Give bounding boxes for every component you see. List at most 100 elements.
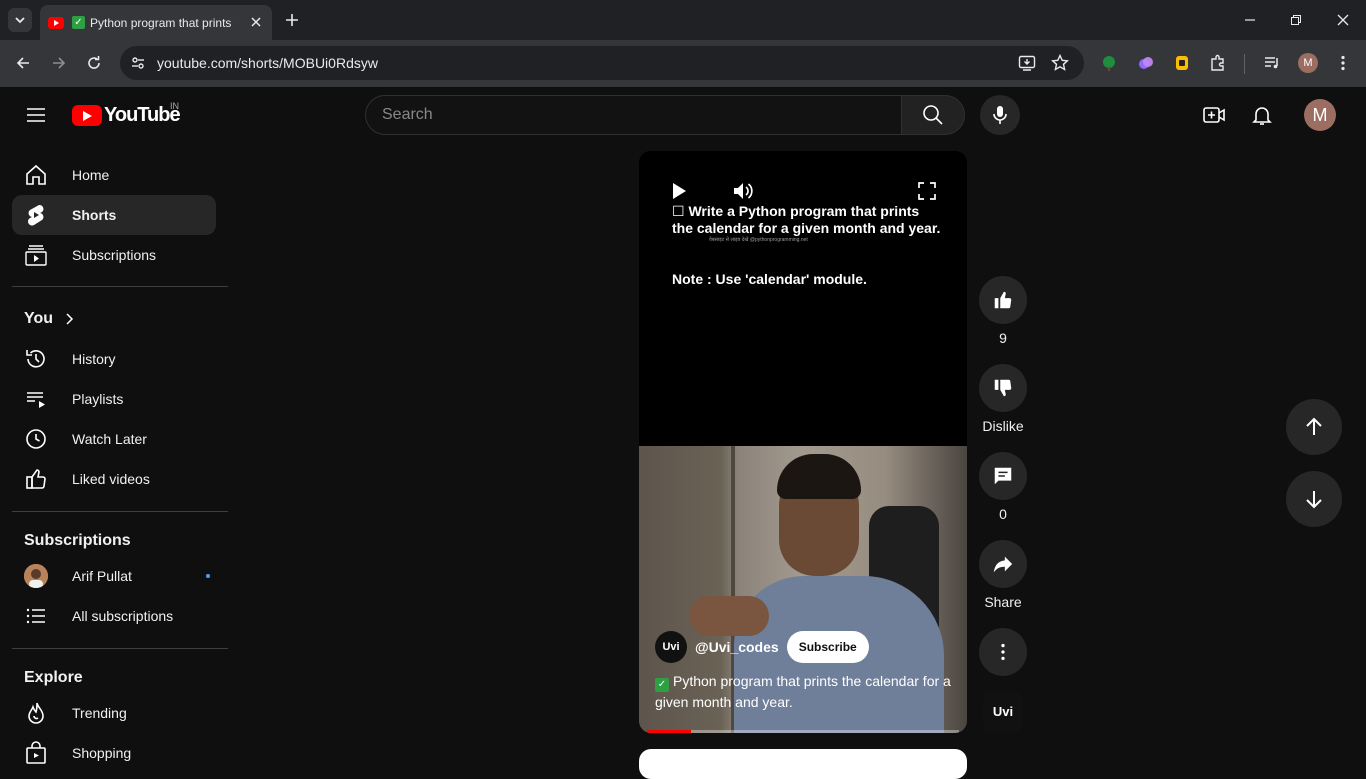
next-short-preview[interactable] xyxy=(639,749,967,779)
play-button[interactable] xyxy=(667,179,691,203)
address-bar[interactable]: youtube.com/shorts/MOBUi0Rdsyw xyxy=(120,46,1084,80)
extension-green-icon[interactable] xyxy=(1099,53,1119,73)
close-tab-icon[interactable] xyxy=(248,14,264,30)
install-app-icon[interactable] xyxy=(1017,53,1037,73)
checkmark-icon: ✓ xyxy=(72,16,85,29)
sidebar-item-shorts[interactable]: Shorts xyxy=(12,195,216,235)
volume-icon xyxy=(734,183,753,199)
tab-search-button[interactable] xyxy=(8,8,32,32)
close-window-button[interactable] xyxy=(1333,10,1353,30)
create-video-icon xyxy=(1203,107,1225,123)
extension-purple-icon[interactable] xyxy=(1136,53,1156,73)
checkmark-icon: ✓ xyxy=(655,678,669,692)
search-box xyxy=(365,95,902,135)
sidebar-item-watch-later[interactable]: Watch Later xyxy=(12,419,216,459)
search-input[interactable] xyxy=(382,106,882,124)
sidebar-item-label: All subscriptions xyxy=(72,608,174,624)
chevron-down-icon xyxy=(15,17,25,24)
more-vertical-icon xyxy=(1001,643,1005,661)
sidebar-item-channel[interactable]: Arif Pullat xyxy=(12,556,216,596)
browser-tab-bar: ✓ Python program that prints the calenda… xyxy=(0,0,1366,40)
close-icon xyxy=(1337,14,1349,26)
fullscreen-icon xyxy=(918,182,936,200)
browser-profile-avatar[interactable]: M xyxy=(1298,53,1318,73)
url-text: youtube.com/shorts/MOBUi0Rdsyw xyxy=(157,55,378,71)
toolbar-separator xyxy=(1244,54,1245,74)
extension-yellow-icon[interactable] xyxy=(1172,53,1192,73)
volume-button[interactable] xyxy=(731,179,755,203)
subscriptions-section-title: Subscriptions xyxy=(24,532,131,549)
thumbs-up-icon xyxy=(994,291,1012,309)
account-avatar[interactable]: M xyxy=(1304,99,1336,131)
sidebar-item-history[interactable]: History xyxy=(12,339,216,379)
media-controls-icon[interactable] xyxy=(1262,53,1282,73)
youtube-logo[interactable]: YouTube IN xyxy=(72,101,181,127)
sidebar-item-subscriptions[interactable]: Subscriptions xyxy=(12,235,216,275)
browser-menu-icon[interactable] xyxy=(1333,53,1353,73)
sidebar-item-home[interactable]: Home xyxy=(12,155,216,195)
back-button[interactable] xyxy=(12,52,34,74)
dislike-button[interactable] xyxy=(979,364,1027,412)
search-button[interactable] xyxy=(901,95,965,135)
sidebar-item-label: History xyxy=(72,351,116,367)
playlists-icon xyxy=(24,387,48,411)
microphone-icon xyxy=(993,106,1007,124)
create-button[interactable] xyxy=(1202,103,1226,127)
person-hair xyxy=(777,454,861,499)
comment-action: 0 xyxy=(979,452,1027,522)
like-button[interactable] xyxy=(979,276,1027,324)
voice-search-button[interactable] xyxy=(980,95,1020,135)
short-video-player[interactable]: ☐ Write a Python program that prints the… xyxy=(639,151,967,733)
hamburger-menu-icon[interactable] xyxy=(24,103,48,127)
youtube-header: YouTube IN M xyxy=(0,87,1366,143)
channel-avatar[interactable]: Uvi xyxy=(655,631,687,663)
sidebar-item-label: Shorts xyxy=(72,207,117,223)
comment-count: 0 xyxy=(999,506,1007,522)
shopping-icon xyxy=(24,741,48,765)
sidebar-item-trending[interactable]: Trending xyxy=(12,693,216,733)
channel-thumbnail[interactable]: Uvi xyxy=(983,692,1023,732)
reload-button[interactable] xyxy=(83,52,105,74)
video-watermark-text: वेबसाइट से लाइव देखें @pythonprogramming… xyxy=(709,237,808,243)
next-short-button[interactable] xyxy=(1286,471,1342,527)
short-title[interactable]: ✓ Python program that prints the calendar… xyxy=(655,671,955,712)
chevron-right-icon xyxy=(66,313,74,325)
sidebar-item-label: Liked videos xyxy=(72,471,150,487)
comment-icon xyxy=(994,467,1012,485)
new-tab-button[interactable] xyxy=(282,10,302,30)
subscribe-button[interactable]: Subscribe xyxy=(786,631,869,663)
video-question-text: ☐ Write a Python program that prints the… xyxy=(672,203,941,236)
minimize-button[interactable] xyxy=(1240,10,1260,30)
share-button[interactable] xyxy=(979,540,1027,588)
restore-button[interactable] xyxy=(1286,10,1306,30)
you-section-title[interactable]: You xyxy=(24,310,77,328)
more-options-button[interactable] xyxy=(979,628,1027,676)
comment-button[interactable] xyxy=(979,452,1027,500)
explore-section-title: Explore xyxy=(24,669,83,686)
notifications-button[interactable] xyxy=(1250,103,1274,127)
channel-avatar xyxy=(24,564,48,588)
previous-short-button[interactable] xyxy=(1286,399,1342,455)
sidebar-item-playlists[interactable]: Playlists xyxy=(12,379,216,419)
dislike-action: Dislike xyxy=(979,364,1027,434)
list-icon xyxy=(24,604,48,628)
browser-tab[interactable]: ✓ Python program that prints the calenda… xyxy=(40,5,272,40)
sidebar-item-shopping[interactable]: Shopping xyxy=(12,733,216,773)
fullscreen-button[interactable] xyxy=(915,179,939,203)
subscriptions-icon xyxy=(24,243,48,267)
person-hands xyxy=(689,596,769,636)
sidebar: Home Shorts Subscriptions You History Pl… xyxy=(0,143,240,768)
sidebar-item-all-subscriptions[interactable]: All subscriptions xyxy=(12,596,216,636)
site-info-icon[interactable] xyxy=(126,51,150,75)
arrow-down-icon xyxy=(1306,491,1322,509)
bookmark-star-icon[interactable] xyxy=(1050,53,1070,73)
reload-icon xyxy=(88,56,100,69)
home-icon xyxy=(24,163,48,187)
forward-button[interactable] xyxy=(48,52,70,74)
extensions-puzzle-icon[interactable] xyxy=(1208,53,1228,73)
share-label: Share xyxy=(984,594,1022,610)
progress-bar[interactable] xyxy=(647,730,959,733)
tab-title: Python program that prints the calendar … xyxy=(90,15,235,30)
channel-handle[interactable]: @Uvi_codes xyxy=(695,639,779,655)
sidebar-item-liked-videos[interactable]: Liked videos xyxy=(12,459,216,499)
